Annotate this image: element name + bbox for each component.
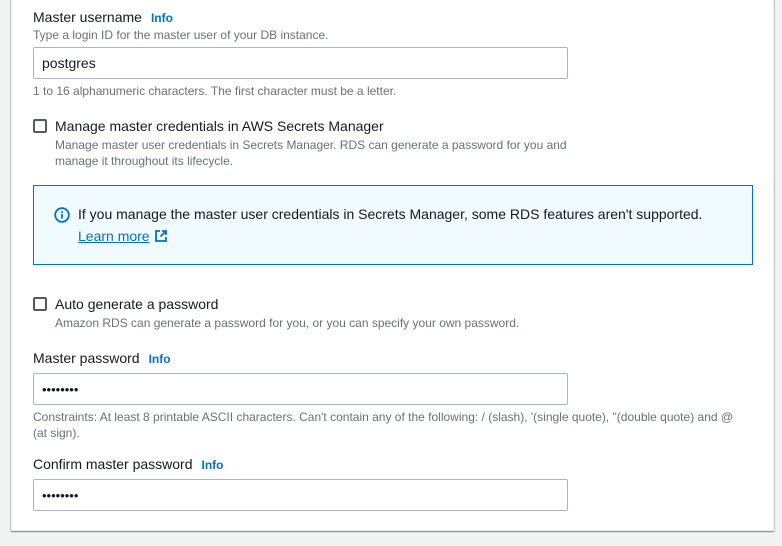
auto-generate-label[interactable]: Auto generate a password [55, 296, 218, 312]
master-password-constraint-line2: (at sign). [33, 426, 80, 440]
master-password-label: Master password Info [33, 350, 171, 366]
master-username-info-link[interactable]: Info [151, 11, 173, 25]
confirm-password-value: •••••••• [42, 487, 79, 503]
master-password-label-text: Master password [33, 350, 140, 366]
info-circle-icon [54, 207, 70, 223]
master-username-input[interactable]: postgres [33, 47, 568, 79]
master-password-constraint-line1: Constraints: At least 8 printable ASCII … [33, 410, 734, 424]
secrets-manager-alert: If you manage the master user credential… [33, 185, 753, 265]
master-username-label-text: Master username [33, 9, 142, 25]
auto-generate-description: Amazon RDS can generate a password for y… [55, 316, 520, 330]
secrets-manager-checkbox[interactable] [33, 119, 47, 133]
secrets-manager-label[interactable]: Manage master credentials in AWS Secrets… [55, 118, 384, 134]
settings-panel: Master username Info Type a login ID for … [11, 0, 774, 531]
master-username-description: Type a login ID for the master user of y… [33, 28, 329, 42]
master-username-label: Master username Info [33, 9, 173, 25]
master-username-value: postgres [42, 55, 96, 71]
external-link-icon [154, 229, 168, 243]
alert-message: If you manage the master user credential… [78, 206, 703, 222]
master-password-input[interactable]: •••••••• [33, 373, 568, 405]
auto-generate-checkbox[interactable] [33, 297, 47, 311]
confirm-password-label-text: Confirm master password [33, 456, 193, 472]
secrets-manager-description-line2: manage it throughout its lifecycle. [55, 154, 234, 168]
master-username-constraint: 1 to 16 alphanumeric characters. The fir… [33, 84, 397, 98]
learn-more-link[interactable]: Learn more [78, 228, 168, 244]
confirm-password-info-link[interactable]: Info [202, 458, 224, 472]
secrets-manager-description-line1: Manage master user credentials in Secret… [55, 138, 567, 152]
master-password-info-link[interactable]: Info [149, 352, 171, 366]
master-password-value: •••••••• [42, 381, 79, 397]
confirm-password-input[interactable]: •••••••• [33, 479, 568, 511]
learn-more-link-text[interactable]: Learn more [78, 228, 150, 244]
confirm-password-label: Confirm master password Info [33, 456, 224, 472]
